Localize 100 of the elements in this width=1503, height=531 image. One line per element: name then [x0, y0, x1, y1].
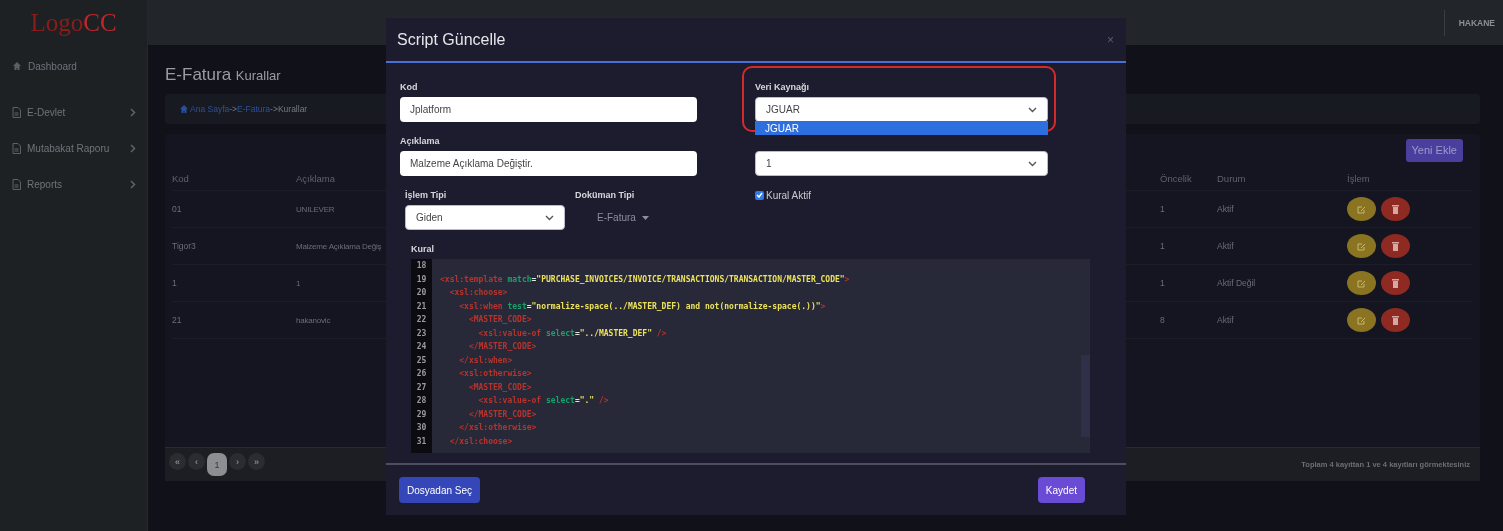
code-line: <xsl:template match="PURCHASE_INVOICES/INVOICE/TRANSACTIONS/TRANSACTION/MASTER_CODE">	[440, 274, 850, 284]
line-number: 28	[415, 396, 428, 406]
table-cell: Tigor3	[172, 241, 196, 251]
line-number: 26	[415, 369, 428, 379]
field-label: Kural	[411, 243, 435, 256]
table-cell: 1	[172, 278, 177, 288]
code-line: <MASTER_CODE>	[467, 382, 532, 392]
table-cell: Aktif	[1217, 315, 1234, 325]
delete-button[interactable]	[1381, 308, 1410, 332]
edit-icon	[1357, 204, 1366, 214]
page-button[interactable]: 1	[207, 453, 227, 476]
table-cell: 21	[172, 315, 182, 325]
line-number: 24	[415, 342, 428, 352]
edit-button[interactable]	[1347, 234, 1376, 258]
table-cell: UNILEVER	[296, 204, 335, 214]
trash-icon	[1392, 315, 1399, 325]
line-number: 30	[415, 423, 428, 433]
line-number: 25	[415, 355, 428, 365]
table-cell: 1	[1160, 241, 1165, 251]
code-line: </xsl:when>	[458, 355, 513, 365]
logo: LogoCC	[0, 0, 148, 45]
code-line: <xsl:value-of select="." />	[477, 396, 609, 406]
input-field[interactable]: Malzeme Açıklama Değiştir.	[400, 151, 697, 176]
edit-icon	[1357, 241, 1366, 251]
checkbox-label: Kural Aktif	[766, 189, 812, 201]
select-field[interactable]: 1	[755, 151, 1048, 176]
home-icon	[12, 61, 22, 71]
page-button[interactable]: «	[169, 453, 186, 470]
edit-button[interactable]	[1347, 197, 1376, 221]
delete-button[interactable]	[1381, 271, 1410, 295]
column-header: Açıklama	[296, 172, 336, 184]
table-cell: Aktif	[1217, 241, 1234, 251]
table-cell: 1	[296, 278, 301, 288]
breadcrumb-text: ->	[229, 104, 238, 114]
column-header: Kod	[172, 172, 189, 184]
table-cell: 1	[1160, 278, 1165, 288]
line-number: 20	[415, 288, 428, 298]
delete-button[interactable]	[1381, 234, 1410, 258]
code-line: <xsl:when test="normalize-space(../MASTER_DEF) and not(normalize-space(.))">	[458, 301, 826, 311]
caret-icon	[641, 215, 649, 220]
code-line: <MASTER_CODE>	[467, 315, 532, 325]
document-icon	[12, 106, 21, 118]
edit-button[interactable]	[1347, 271, 1376, 295]
line-number: 31	[415, 436, 428, 446]
sidebar-item[interactable]: Mutabakat Raporu	[0, 137, 148, 159]
line-number: 21	[415, 301, 428, 311]
edit-button[interactable]	[1347, 308, 1376, 332]
edit-icon	[1357, 315, 1366, 325]
select-field[interactable]: JGUAR	[755, 97, 1048, 122]
dropdown-option[interactable]: JGUAR	[755, 121, 1048, 135]
checkbox[interactable]: Kural Aktif	[755, 185, 1048, 205]
chevron-down-icon	[545, 214, 554, 221]
file-button[interactable]: Dosyadan Seç	[399, 477, 481, 503]
save-button[interactable]: Kaydet	[1037, 477, 1085, 503]
table-cell: 8	[1160, 315, 1165, 325]
select-field[interactable]: Giden	[405, 205, 565, 230]
chevron-down-icon	[1028, 160, 1037, 167]
sidebar-item[interactable]: Dashboard	[0, 55, 148, 77]
column-header: Durum	[1217, 172, 1246, 184]
dropdown-button[interactable]: E-Fatura	[575, 205, 697, 230]
scrollbar[interactable]	[1081, 355, 1090, 437]
chevron-down-icon	[1028, 106, 1037, 113]
code-editor[interactable]	[411, 259, 1090, 453]
table-cell: Aktif Değil	[1217, 278, 1256, 288]
column-header: İşlem	[1347, 172, 1370, 184]
field-label: Doküman Tipi	[575, 189, 636, 202]
delete-button[interactable]	[1381, 197, 1410, 221]
page-button[interactable]: ‹	[188, 453, 205, 470]
line-number: 18	[415, 261, 428, 271]
table-cell: Aktif	[1217, 204, 1234, 214]
field-label: İşlem Tipi	[405, 189, 448, 202]
field-label: Açıklama	[400, 135, 441, 148]
line-number: 19	[415, 274, 428, 284]
line-number: 27	[415, 382, 428, 392]
modal-title: Script Güncelle	[397, 30, 506, 49]
home-icon	[179, 104, 189, 114]
column-header: Öncelik	[1160, 172, 1192, 184]
table-cell: 1	[1160, 204, 1165, 214]
add-button[interactable]: Yeni Ekle	[1405, 138, 1463, 162]
sidebar-item[interactable]: E-Devlet	[0, 101, 148, 123]
trash-icon	[1392, 241, 1399, 251]
checkmark-icon	[756, 192, 763, 198]
page-button[interactable]: »	[248, 453, 265, 470]
sidebar-item[interactable]: Reports	[0, 173, 148, 195]
code-line: <xsl:value-of select="../MASTER_DEF" />	[477, 328, 667, 338]
code-line: </xsl:otherwise>	[458, 423, 537, 433]
code-line: </xsl:choose>	[448, 436, 513, 446]
field-label: Veri Kaynağı	[755, 81, 811, 94]
document-icon	[12, 142, 21, 154]
code-line: </MASTER_CODE>	[467, 342, 537, 352]
input-field[interactable]: Jplatform	[400, 97, 697, 122]
line-number: 23	[415, 328, 428, 338]
page-button[interactable]: ›	[229, 453, 246, 470]
trash-icon	[1392, 204, 1399, 214]
table-cell: hakanovic	[296, 315, 331, 325]
code-line: </MASTER_CODE>	[467, 409, 537, 419]
code-line: <xsl:otherwise>	[458, 369, 532, 379]
user-name[interactable]: HAKANE	[1458, 17, 1495, 28]
page-title: E-Fatura Kurallar	[165, 65, 282, 85]
table-cell: 01	[172, 204, 182, 214]
